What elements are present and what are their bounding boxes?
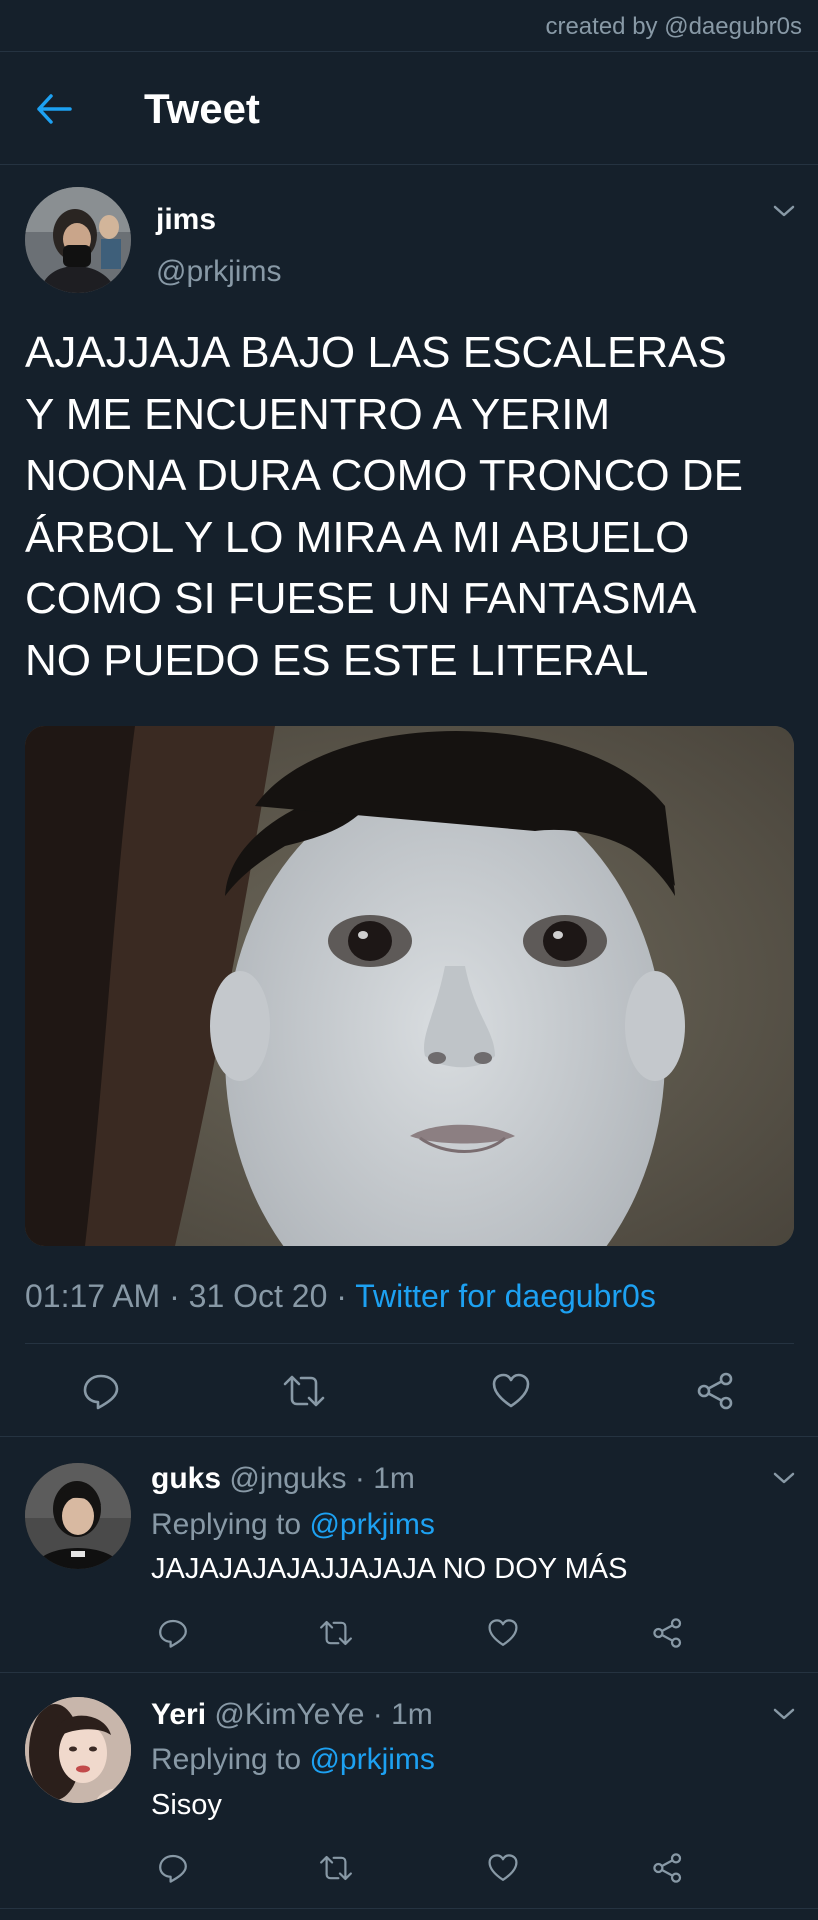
tweet-text: AJAJJAJA BAJO LAS ESCALERAS Y ME ENCUENT… (25, 328, 743, 685)
replying-to-link[interactable]: @prkjims (309, 1743, 434, 1776)
reply-author-handle[interactable]: @KimYeYe (214, 1698, 364, 1731)
reply-age: · 1m (354, 1462, 415, 1495)
reply-icon (83, 1374, 119, 1410)
chevron-down-icon (773, 1472, 795, 1484)
avatar[interactable] (25, 1463, 131, 1569)
reply-options-button[interactable] (770, 1700, 798, 1728)
divider (0, 1908, 818, 1909)
reply-options-button[interactable] (770, 1464, 798, 1492)
page-header: Tweet (0, 53, 818, 165)
retweet-icon (283, 1375, 325, 1407)
like-icon (488, 1854, 518, 1881)
retweet-button[interactable] (280, 1368, 328, 1414)
share-button[interactable] (693, 1368, 739, 1414)
tweet-metadata: 01:17 AM · 31 Oct 20 · Twitter for daegu… (25, 1278, 656, 1315)
meta-separator: · (169, 1278, 180, 1314)
chevron-down-icon (773, 205, 795, 217)
retweet-button[interactable] (317, 1850, 355, 1886)
retweet-button[interactable] (317, 1615, 355, 1651)
reply-author-name[interactable]: guks (151, 1462, 221, 1495)
share-button[interactable] (650, 1850, 686, 1886)
replying-to: Replying to @prkjims (151, 1743, 435, 1777)
meta-separator: · (336, 1278, 347, 1314)
author-handle[interactable]: @prkjims (156, 255, 281, 289)
retweet-icon (320, 1855, 352, 1881)
reply-text: JAJAJAJAJAJJAJAJA NO DOY MÁS (151, 1553, 628, 1585)
reply-age: · 1m (372, 1698, 433, 1731)
replying-to: Replying to @prkjims (151, 1508, 435, 1542)
like-icon (492, 1373, 530, 1408)
avatar[interactable] (25, 1697, 131, 1803)
share-icon (697, 1372, 733, 1410)
share-button[interactable] (650, 1615, 686, 1651)
reply-button[interactable] (155, 1850, 191, 1886)
chevron-down-icon (773, 1708, 795, 1720)
replying-to-label: Replying to (151, 1508, 302, 1541)
tweet-image[interactable] (25, 726, 794, 1246)
reply-item[interactable]: Yeri @KimYeYe · 1m Replying to @prkjims … (0, 1673, 818, 1908)
reply-author-handle[interactable]: @jnguks (229, 1462, 346, 1495)
author-name[interactable]: jims (156, 203, 216, 237)
tweet-date: 31 Oct 20 (188, 1278, 328, 1314)
avatar[interactable] (25, 187, 131, 293)
retweet-icon (320, 1620, 352, 1646)
reply-icon (159, 1619, 187, 1648)
like-button[interactable] (485, 1615, 521, 1651)
page-title: Tweet (144, 85, 260, 132)
like-button[interactable] (485, 1850, 521, 1886)
arrow-left-icon (37, 94, 72, 124)
tweet-options-button[interactable] (770, 197, 798, 225)
tweet-action-bar (0, 1346, 818, 1434)
reply-header: Yeri @KimYeYe · 1m (151, 1698, 433, 1732)
tweet-time: 01:17 AM (25, 1278, 161, 1314)
share-icon (653, 1853, 682, 1883)
replying-to-link[interactable]: @prkjims (309, 1508, 434, 1541)
reply-text: Sisoy (151, 1789, 222, 1821)
reply-header: guks @jnguks · 1m (151, 1462, 415, 1496)
divider (25, 1343, 794, 1344)
like-icon (488, 1619, 518, 1646)
reply-button[interactable] (78, 1368, 124, 1414)
like-button[interactable] (488, 1368, 534, 1414)
reply-author-name[interactable]: Yeri (151, 1698, 206, 1731)
tweet-source-link[interactable]: Twitter for daegubr0s (355, 1278, 656, 1314)
share-icon (653, 1618, 682, 1648)
reply-item[interactable]: guks @jnguks · 1m Replying to @prkjims J… (0, 1437, 818, 1672)
credit-bar: created by @daegubr0s (0, 0, 818, 52)
back-button[interactable] (34, 89, 74, 129)
reply-button[interactable] (155, 1615, 191, 1651)
replying-to-label: Replying to (151, 1743, 302, 1776)
tweet-author: jims @prkjims (0, 165, 818, 305)
credit-text: created by @daegubr0s (545, 13, 802, 40)
reply-icon (159, 1854, 187, 1883)
